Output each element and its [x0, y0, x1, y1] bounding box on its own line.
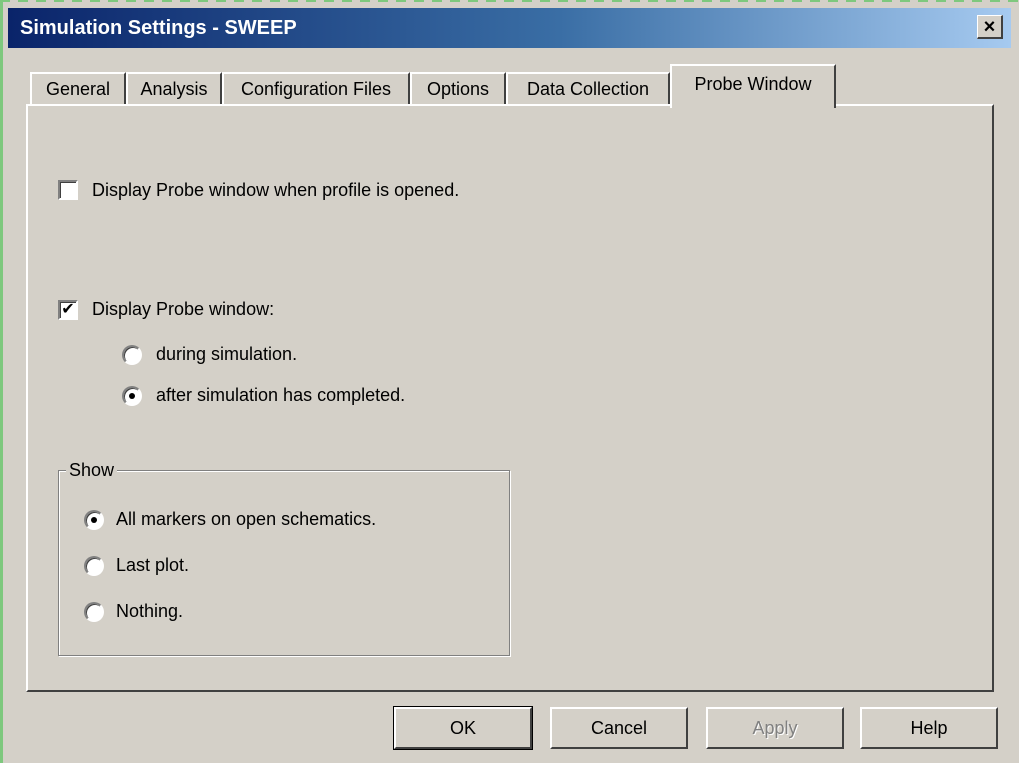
- window-title: Simulation Settings - SWEEP: [20, 17, 297, 39]
- after-simulation-radio[interactable]: [122, 386, 142, 406]
- tab-data-collection[interactable]: Data Collection: [506, 72, 670, 104]
- after-simulation-label[interactable]: after simulation has completed.: [156, 385, 405, 406]
- apply-button-label: Apply: [752, 717, 798, 738]
- tab-label: Analysis: [140, 78, 208, 99]
- nothing-radio[interactable]: [84, 602, 104, 622]
- display-probe-checkbox[interactable]: ✔: [58, 300, 78, 320]
- all-markers-label[interactable]: All markers on open schematics.: [116, 509, 376, 530]
- close-button[interactable]: ×: [977, 15, 1003, 39]
- display-on-profile-label[interactable]: Display Probe window when profile is ope…: [92, 180, 459, 201]
- show-group-title: Show: [66, 460, 118, 481]
- display-on-profile-checkbox[interactable]: [58, 180, 78, 200]
- tab-label: Probe Window: [694, 74, 812, 94]
- cancel-button[interactable]: Cancel: [550, 707, 688, 749]
- tab-label: Options: [426, 78, 490, 99]
- help-button[interactable]: Help: [860, 707, 998, 749]
- tab-general[interactable]: General: [30, 72, 126, 104]
- cancel-button-label: Cancel: [590, 717, 648, 738]
- tab-label: Configuration Files: [240, 78, 392, 99]
- tab-label: Data Collection: [526, 78, 650, 99]
- display-probe-label[interactable]: Display Probe window:: [92, 299, 274, 320]
- tab-configuration-files[interactable]: Configuration Files: [222, 72, 410, 104]
- simulation-settings-dialog: Simulation Settings - SWEEP × General An…: [0, 0, 1019, 763]
- nothing-label[interactable]: Nothing.: [116, 601, 183, 622]
- help-button-label: Help: [910, 717, 948, 738]
- all-markers-radio[interactable]: [84, 510, 104, 530]
- ok-button[interactable]: OK: [393, 706, 533, 750]
- left-edge-border: [0, 0, 3, 763]
- checkmark-icon: ✔: [61, 301, 75, 318]
- apply-button[interactable]: Apply: [706, 707, 844, 749]
- selection-dash-border: [0, 0, 1019, 2]
- ok-button-label: OK: [449, 717, 476, 738]
- tab-probe-window[interactable]: Probe Window: [670, 64, 836, 108]
- tab-label: General: [45, 78, 111, 99]
- close-icon: ×: [983, 15, 996, 38]
- title-bar[interactable]: Simulation Settings - SWEEP ×: [8, 8, 1011, 48]
- tab-analysis[interactable]: Analysis: [126, 72, 222, 104]
- last-plot-label[interactable]: Last plot.: [116, 555, 189, 576]
- tab-options[interactable]: Options: [410, 72, 506, 104]
- last-plot-radio[interactable]: [84, 556, 104, 576]
- during-simulation-radio[interactable]: [122, 345, 142, 365]
- during-simulation-label[interactable]: during simulation.: [156, 344, 297, 365]
